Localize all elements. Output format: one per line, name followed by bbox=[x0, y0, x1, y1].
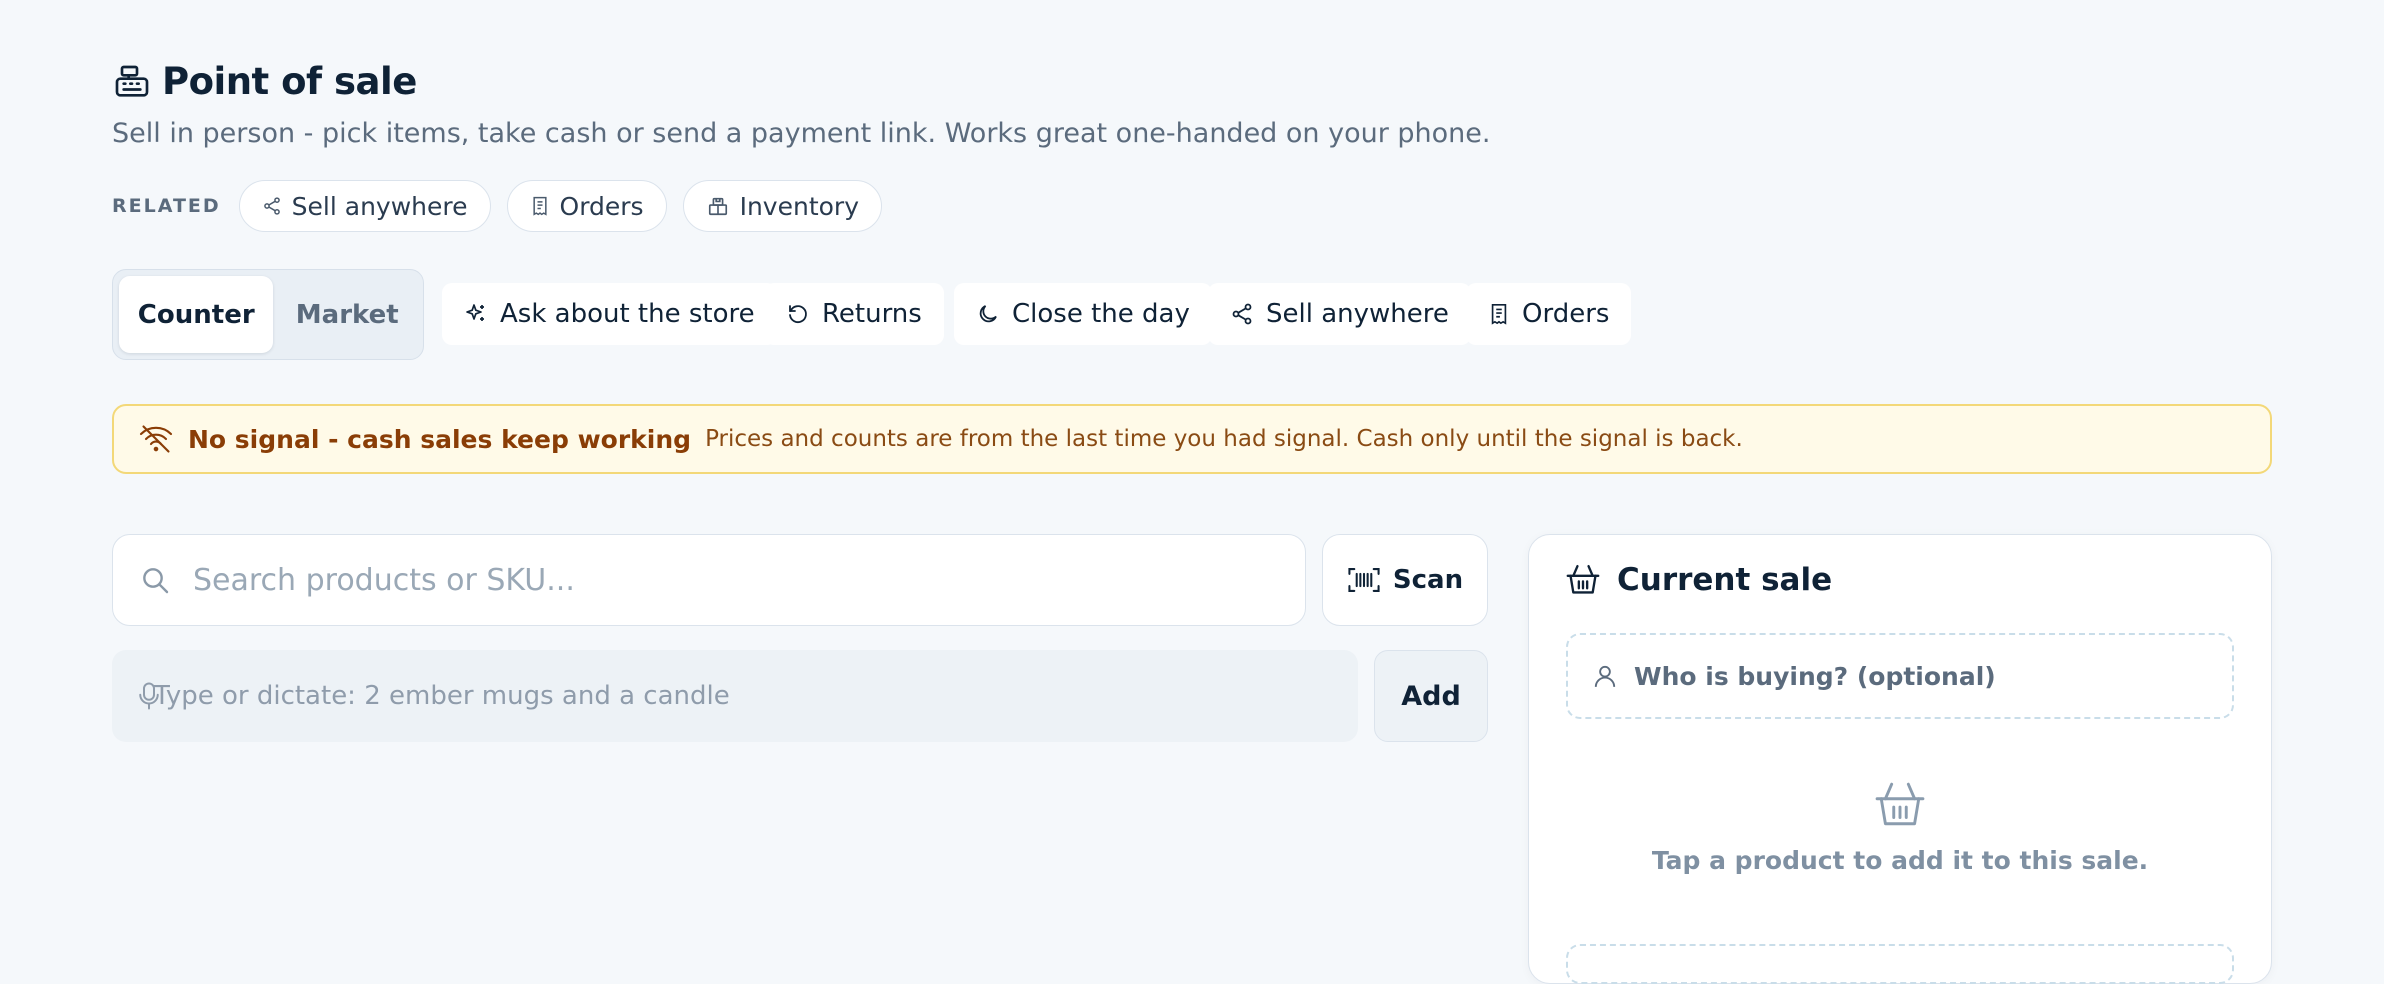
cash-register-icon bbox=[112, 62, 152, 102]
related-link-inventory[interactable]: Inventory bbox=[682, 180, 883, 232]
banner-title: No signal - cash sales keep working bbox=[188, 424, 692, 454]
mode-switcher: Counter Market bbox=[112, 269, 424, 360]
buyer-label: Who is buying? (optional) bbox=[1634, 661, 1996, 691]
related-link-sell-anywhere[interactable]: Sell anywhere bbox=[238, 180, 491, 232]
page-subtitle: Sell in person - pick items, take cash o… bbox=[112, 118, 1491, 149]
tab-counter[interactable]: Counter bbox=[119, 276, 274, 353]
page-header: Point of sale bbox=[112, 60, 417, 103]
scan-label: Scan bbox=[1392, 565, 1464, 595]
sparkles-icon bbox=[464, 302, 488, 326]
buyer-selector[interactable]: Who is buying? (optional) bbox=[1566, 633, 2234, 719]
related-label: RELATED bbox=[112, 195, 221, 217]
share-icon bbox=[1230, 302, 1254, 326]
quick-add-field bbox=[112, 650, 1358, 742]
basket-icon bbox=[1565, 563, 1601, 597]
current-sale-header: Current sale bbox=[1565, 562, 1832, 598]
button-label: Close the day bbox=[1012, 299, 1190, 329]
related-links: RELATED Sell anywhere Orders Inventory bbox=[112, 180, 883, 232]
orders-button[interactable]: Orders bbox=[1466, 283, 1632, 345]
product-search bbox=[112, 534, 1306, 626]
share-icon bbox=[262, 196, 282, 216]
banner-text: Prices and counts are from the last time… bbox=[705, 426, 1743, 452]
offline-banner: No signal - cash sales keep working Pric… bbox=[112, 404, 2272, 474]
related-link-label: Orders bbox=[559, 191, 644, 221]
panel-next-section bbox=[1566, 944, 2234, 984]
related-link-label: Sell anywhere bbox=[291, 191, 468, 221]
receipt-icon bbox=[530, 195, 550, 217]
undo-icon bbox=[786, 302, 810, 326]
returns-button[interactable]: Returns bbox=[764, 283, 944, 345]
receipt-icon bbox=[1488, 301, 1510, 327]
button-label: Sell anywhere bbox=[1266, 299, 1449, 329]
moon-icon bbox=[976, 302, 1000, 326]
person-icon bbox=[1592, 662, 1618, 690]
barcode-icon bbox=[1347, 565, 1381, 595]
button-label: Ask about the store bbox=[500, 299, 755, 329]
microphone-icon bbox=[138, 681, 160, 711]
search-input[interactable] bbox=[191, 561, 1245, 599]
empty-sale-message: Tap a product to add it to this sale. bbox=[1651, 846, 2149, 875]
current-sale-title: Current sale bbox=[1617, 562, 1833, 598]
current-sale-panel bbox=[1528, 534, 2272, 984]
boxes-icon bbox=[706, 195, 730, 217]
no-signal-icon bbox=[138, 424, 174, 454]
page-title: Point of sale bbox=[162, 60, 417, 103]
dictate-input[interactable] bbox=[152, 680, 1336, 712]
button-label: Orders bbox=[1522, 299, 1610, 329]
tab-market[interactable]: Market bbox=[277, 276, 417, 353]
related-link-label: Inventory bbox=[739, 191, 860, 221]
sell-anywhere-button[interactable]: Sell anywhere bbox=[1208, 283, 1471, 345]
related-link-orders[interactable]: Orders bbox=[506, 180, 667, 232]
button-label: Returns bbox=[822, 299, 922, 329]
ask-about-store-button[interactable]: Ask about the store bbox=[442, 283, 777, 345]
scan-button[interactable]: Scan bbox=[1322, 534, 1488, 626]
search-icon bbox=[139, 564, 171, 596]
empty-basket-icon bbox=[1872, 780, 1928, 830]
add-button[interactable]: Add bbox=[1374, 650, 1488, 742]
close-the-day-button[interactable]: Close the day bbox=[954, 283, 1212, 345]
